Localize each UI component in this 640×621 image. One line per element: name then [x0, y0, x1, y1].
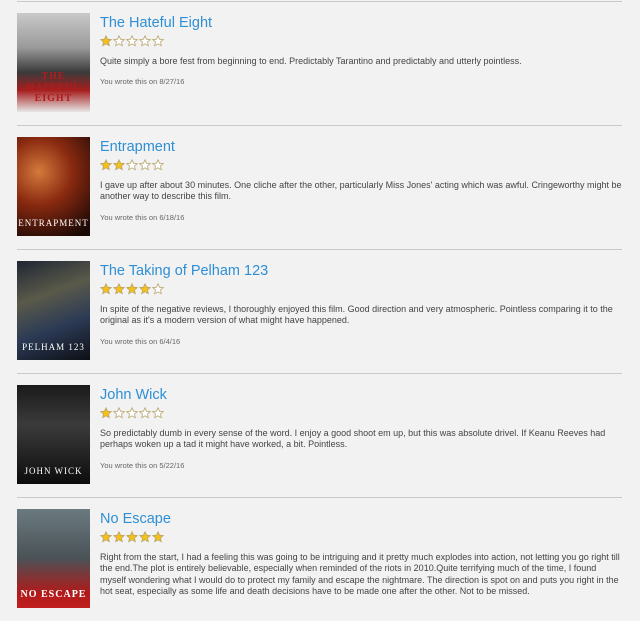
star-icon: [100, 531, 112, 543]
review-text: So predictably dumb in every sense of th…: [100, 428, 606, 450]
review-body: John Wick So predictably dumb in every se…: [100, 386, 622, 470]
movie-poster[interactable]: ENTRAPMENT: [17, 137, 90, 236]
star-rating: [100, 531, 622, 544]
star-icon: [139, 531, 151, 543]
review-body: The Hateful Eight Quite simply a bore fes…: [100, 14, 622, 86]
star-icon: [100, 283, 112, 295]
star-icon: [126, 531, 138, 543]
star-icon: [113, 159, 125, 171]
star-icon: [113, 35, 125, 47]
movie-title-link[interactable]: Entrapment: [100, 138, 622, 156]
star-icon: [139, 35, 151, 47]
review-date: You wrote this on 5/22/16: [100, 460, 185, 470]
movie-poster[interactable]: THE HATEFUL EIGHT: [17, 13, 90, 112]
star-icon: [139, 283, 151, 295]
movie-poster[interactable]: JOHN WICK: [17, 385, 90, 484]
review-text: Right from the start, I had a feeling th…: [100, 552, 620, 597]
star-icon: [152, 35, 164, 47]
star-icon: [100, 35, 112, 47]
review-body: The Taking of Pelham 123 In spite of the …: [100, 262, 622, 346]
review-body: Entrapment I gave up after about 30 minut…: [100, 138, 622, 222]
review-date: You wrote this on 6/18/16: [100, 212, 185, 222]
star-icon: [113, 283, 125, 295]
review-text: Quite simply a bore fest from beginning …: [100, 56, 522, 66]
movie-title-link[interactable]: No Escape: [100, 510, 622, 528]
star-icon: [139, 407, 151, 419]
review-item: NO ESCAPE No Escape Right from the start, …: [17, 497, 622, 621]
star-rating: [100, 283, 622, 296]
star-icon: [100, 407, 112, 419]
poster-title-art: ENTRAPMENT: [18, 218, 89, 228]
movie-title-link[interactable]: The Taking of Pelham 123: [100, 262, 622, 280]
review-item: PELHAM 123 The Taking of Pelham 123 In spi…: [17, 249, 622, 373]
star-icon: [152, 159, 164, 171]
review-body: No Escape Right from the start, I had a f…: [100, 510, 622, 598]
star-rating: [100, 35, 622, 48]
poster-title-art: JOHN WICK: [24, 466, 83, 476]
review-date: You wrote this on 8/27/16: [100, 77, 185, 87]
star-rating: [100, 159, 622, 172]
star-icon: [126, 407, 138, 419]
review-item: JOHN WICK John Wick So predictably dumb in…: [17, 373, 622, 497]
review-date: You wrote this on 6/4/16: [100, 336, 181, 346]
review-text: I gave up after about 30 minutes. One cl…: [100, 180, 622, 202]
review-text: In spite of the negative reviews, I thor…: [100, 304, 613, 326]
star-icon: [152, 531, 164, 543]
star-icon: [113, 407, 125, 419]
star-icon: [100, 159, 112, 171]
review-item: THE HATEFUL EIGHT The Hateful Eight Quite …: [17, 1, 622, 125]
poster-title-art: NO ESCAPE: [20, 589, 87, 600]
star-icon: [152, 407, 164, 419]
movie-title-link[interactable]: The Hateful Eight: [100, 14, 622, 32]
review-item: ENTRAPMENT Entrapment I gave up after abou…: [17, 125, 622, 249]
star-icon: [152, 283, 164, 295]
star-icon: [139, 159, 151, 171]
star-icon: [126, 283, 138, 295]
movie-poster[interactable]: NO ESCAPE: [17, 509, 90, 608]
movie-poster[interactable]: PELHAM 123: [17, 261, 90, 360]
movie-title-link[interactable]: John Wick: [100, 386, 622, 404]
poster-title-art: THE HATEFUL EIGHT: [26, 71, 81, 104]
star-rating: [100, 407, 622, 420]
star-icon: [126, 159, 138, 171]
star-icon: [113, 531, 125, 543]
star-icon: [126, 35, 138, 47]
poster-title-art: PELHAM 123: [22, 342, 85, 352]
